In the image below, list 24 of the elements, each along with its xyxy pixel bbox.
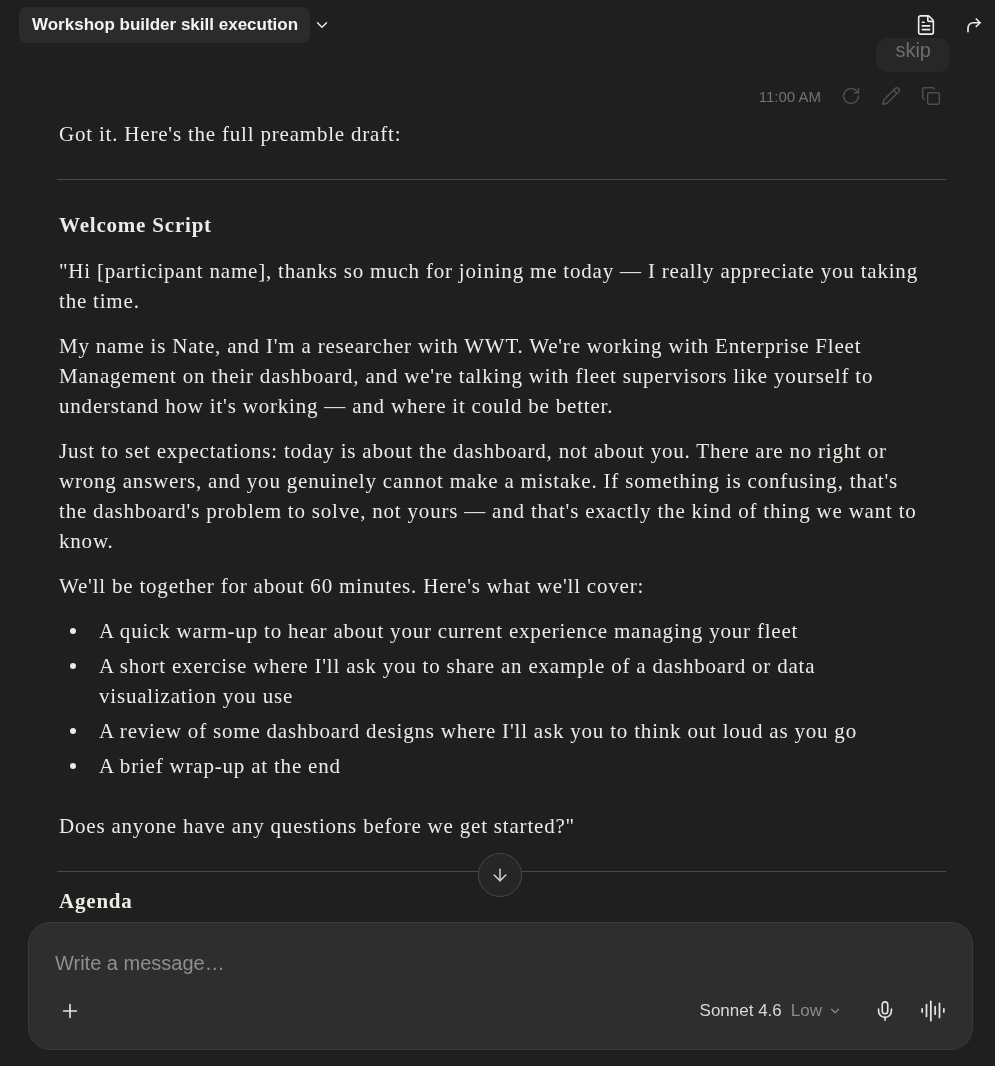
list-item-text: A review of some dashboard designs where I'll ask you to think out loud as you go bbox=[99, 718, 857, 745]
document-icon[interactable] bbox=[915, 14, 937, 36]
message-time: 11:00 AM bbox=[758, 87, 821, 105]
section-heading: Agenda bbox=[59, 888, 133, 915]
bullet-icon bbox=[70, 728, 76, 734]
section-heading: Welcome Script bbox=[59, 212, 212, 239]
response-paragraph: "Hi [participant name], thanks so much for joining me today — I really appreciate you taking the time. bbox=[59, 258, 919, 315]
list-item-text: A short exercise where I'll ask you to share an example of a dashboard or data visualization you use bbox=[99, 653, 817, 710]
bullet-icon bbox=[70, 763, 76, 769]
share-icon[interactable] bbox=[965, 16, 983, 34]
response-paragraph: We'll be together for about 60 minutes. Here's what we'll cover: bbox=[59, 573, 645, 600]
message-input[interactable]: Write a message… bbox=[55, 948, 946, 978]
model-selector[interactable]: Sonnet 4.6 Low bbox=[699, 1001, 842, 1021]
response-paragraph: My name is Nate, and I'm a researcher with WWT. We're working with Enterprise Fleet Management on their dashboard, and we're talking with fleet supervisors like yourself to understand how it's working — and where it could be better. bbox=[59, 333, 875, 420]
response-paragraph: Does anyone have any questions before we get started?" bbox=[59, 813, 575, 840]
waveform-icon[interactable] bbox=[920, 998, 946, 1024]
response-paragraph: Just to set expectations: today is about the dashboard, not about you. There are no right or wrong answers, and you genuinely cannot make a mistake. If something is confusing, that's the dashboard's problem to solve, not yours — and that's exactly the kind of thing we want to know. bbox=[59, 438, 918, 555]
chat-title-button[interactable]: Workshop builder skill execution bbox=[19, 7, 311, 43]
bullet-icon bbox=[70, 663, 76, 669]
scroll-down-button[interactable] bbox=[478, 853, 522, 897]
bullet-icon bbox=[70, 628, 76, 634]
list-item-text: A brief wrap-up at the end bbox=[99, 753, 341, 780]
response-paragraph: Got it. Here's the full preamble draft: bbox=[59, 121, 402, 148]
list-item-text: A quick warm-up to hear about your current experience managing your fleet bbox=[99, 618, 799, 645]
